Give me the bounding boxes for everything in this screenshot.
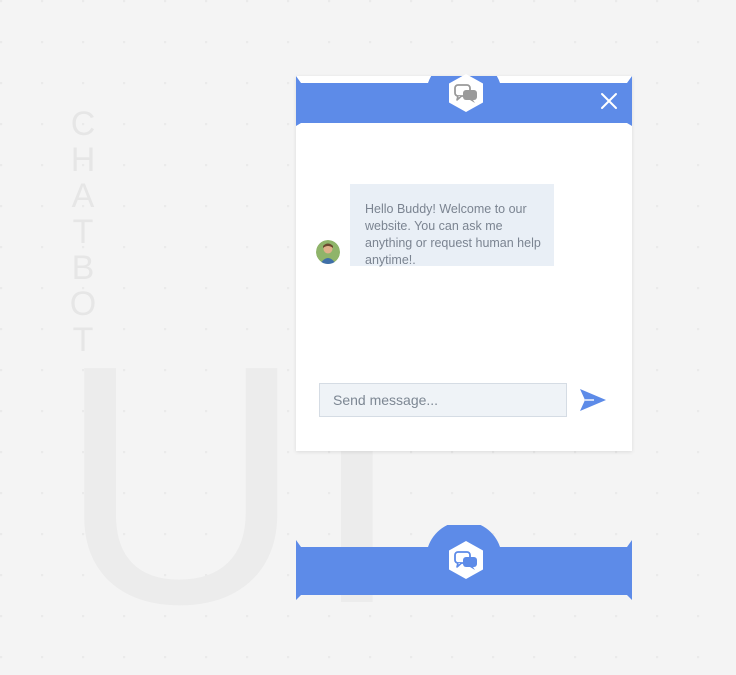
- close-icon: [601, 93, 617, 109]
- send-icon: [580, 389, 606, 411]
- send-button[interactable]: [579, 388, 607, 412]
- chat-window: Hello Buddy! Welcome to our website. You…: [296, 73, 632, 451]
- chat-launcher-bar[interactable]: [296, 525, 632, 600]
- bot-message-bubble: Hello Buddy! Welcome to our website. You…: [350, 184, 554, 267]
- chat-logo-badge: [446, 73, 486, 113]
- message-input[interactable]: [319, 383, 567, 417]
- launcher-logo-badge: [446, 540, 486, 580]
- avatar: [316, 240, 340, 264]
- close-button[interactable]: [600, 92, 618, 110]
